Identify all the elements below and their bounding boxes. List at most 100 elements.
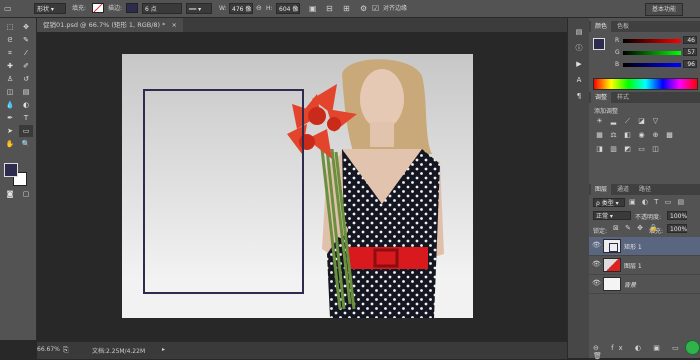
pen-tool-icon[interactable]: ✒ bbox=[3, 112, 17, 124]
tab-adjustments[interactable]: 调整 bbox=[591, 92, 612, 103]
brightness-contrast-icon[interactable]: ☀ bbox=[595, 117, 604, 126]
foreground-color-swatch[interactable] bbox=[4, 163, 18, 177]
document-title: 促销01.psd @ 66.7% (矩形 1, RGB/8) * bbox=[43, 21, 166, 29]
document-canvas[interactable] bbox=[122, 54, 473, 318]
tab-color[interactable]: 颜色 bbox=[591, 21, 612, 32]
channel-g-value[interactable]: 57 bbox=[683, 48, 697, 56]
tab-paths[interactable]: 路径 bbox=[635, 184, 655, 195]
layer-row[interactable]: 👁 图层 1 bbox=[589, 256, 700, 275]
tab-layers[interactable]: 图层 bbox=[591, 184, 612, 195]
character-panel-icon[interactable]: A bbox=[572, 74, 586, 86]
status-menu-arrow-icon[interactable]: ▸ bbox=[162, 346, 165, 353]
align-edges-checkbox[interactable]: ☑ bbox=[372, 3, 379, 14]
hue-saturation-icon[interactable]: ▦ bbox=[595, 131, 604, 140]
zoom-tool-icon[interactable]: 🔍 bbox=[19, 138, 33, 150]
stroke-color-swatch[interactable] bbox=[126, 3, 138, 13]
workspace-switcher[interactable]: 基本功能 bbox=[645, 3, 684, 16]
actions-panel-icon[interactable]: ▶ bbox=[572, 58, 586, 70]
color-spectrum-bar[interactable] bbox=[593, 78, 698, 90]
document-tab[interactable]: 促销01.psd @ 66.7% (矩形 1, RGB/8) * × bbox=[37, 18, 183, 32]
exposure-icon[interactable]: ◪ bbox=[637, 117, 646, 126]
opacity-field[interactable]: 100% bbox=[667, 211, 687, 220]
black-white-icon[interactable]: ◧ bbox=[623, 131, 632, 140]
visibility-eye-icon[interactable]: 👁 bbox=[592, 279, 601, 287]
zoom-level[interactable]: 66.67% bbox=[37, 346, 60, 353]
vibrance-icon[interactable]: ▽ bbox=[651, 117, 660, 126]
history-panel-icon[interactable]: ▤ bbox=[572, 26, 586, 38]
threshold-icon[interactable]: ◩ bbox=[623, 145, 632, 154]
layer-filter-icons[interactable]: ▣ ◐ T ▭ ▤ bbox=[629, 198, 686, 206]
healing-brush-tool-icon[interactable]: ✚ bbox=[3, 60, 17, 72]
channel-g-slider[interactable] bbox=[623, 51, 681, 55]
photo-filter-icon[interactable]: ◉ bbox=[637, 131, 646, 140]
dodge-tool-icon[interactable]: ◐ bbox=[19, 99, 33, 111]
layer-name[interactable]: 背景 bbox=[624, 280, 636, 289]
color-panel-foreground-swatch[interactable] bbox=[593, 38, 605, 50]
blur-tool-icon[interactable]: 💧 bbox=[3, 99, 17, 111]
gradient-map-icon[interactable]: ▭ bbox=[637, 145, 646, 154]
channel-r-value[interactable]: 46 bbox=[683, 36, 697, 44]
status-badge[interactable] bbox=[685, 340, 700, 355]
clone-stamp-tool-icon[interactable]: ♙ bbox=[3, 73, 17, 85]
settings-gear-icon[interactable]: ⚙ bbox=[360, 3, 367, 14]
fill-swatch[interactable] bbox=[92, 3, 104, 13]
paragraph-panel-icon[interactable]: ¶ bbox=[572, 90, 586, 102]
selective-color-icon[interactable]: ◫ bbox=[651, 145, 660, 154]
screen-mode-icon[interactable]: ▢ bbox=[19, 188, 33, 200]
hand-tool-icon[interactable]: ✋ bbox=[3, 138, 17, 150]
brush-tool-icon[interactable]: ✐ bbox=[19, 60, 33, 72]
layer-name[interactable]: 矩形 1 bbox=[624, 242, 642, 251]
move-tool-icon[interactable]: ✥ bbox=[19, 21, 33, 33]
stroke-type-select[interactable]: ━━ ▾ bbox=[186, 3, 212, 14]
path-selection-tool-icon[interactable]: ➤ bbox=[3, 125, 17, 137]
eraser-tool-icon[interactable]: ◫ bbox=[3, 86, 17, 98]
layer-filter-select[interactable]: ρ 类型 ▾ bbox=[593, 198, 625, 207]
tab-channels[interactable]: 通道 bbox=[613, 184, 633, 195]
lasso-tool-icon[interactable]: ᘓ bbox=[3, 34, 17, 46]
shape-mode-select[interactable]: 形状 ▾ bbox=[34, 3, 66, 14]
quick-select-tool-icon[interactable]: ✎ bbox=[19, 34, 33, 46]
properties-panel-icon[interactable]: ⓘ bbox=[572, 42, 586, 54]
export-icon[interactable]: ⎘ bbox=[63, 346, 69, 355]
gradient-tool-icon[interactable]: ▤ bbox=[19, 86, 33, 98]
crop-tool-icon[interactable]: ⌗ bbox=[3, 47, 17, 59]
curves-icon[interactable]: ⟋ bbox=[623, 117, 632, 126]
rectangle-shape-layer[interactable] bbox=[143, 89, 304, 294]
visibility-eye-icon[interactable]: 👁 bbox=[592, 241, 601, 249]
history-brush-tool-icon[interactable]: ↺ bbox=[19, 73, 33, 85]
height-field[interactable]: 604 像 bbox=[276, 3, 300, 14]
quick-mask-icon[interactable]: ◙ bbox=[3, 188, 17, 200]
shape-tool-icon[interactable]: ▭ bbox=[4, 3, 12, 14]
channel-r-slider[interactable] bbox=[623, 39, 681, 43]
document-tab-bar: 促销01.psd @ 66.7% (矩形 1, RGB/8) * × bbox=[37, 18, 567, 32]
lock-label: 锁定: bbox=[593, 228, 608, 235]
eyedropper-tool-icon[interactable]: ⁄ bbox=[19, 47, 33, 59]
tab-styles[interactable]: 样式 bbox=[613, 92, 633, 103]
layer-row[interactable]: 👁 矩形 1 bbox=[589, 237, 700, 256]
document-size[interactable]: 文档:2.25M/4.22M bbox=[92, 346, 145, 355]
tab-swatches[interactable]: 色板 bbox=[613, 21, 633, 32]
stroke-width-field[interactable]: 6 点 bbox=[142, 3, 182, 14]
fill-opacity-field[interactable]: 100% bbox=[667, 224, 687, 233]
close-tab-icon[interactable]: × bbox=[171, 21, 176, 29]
layer-row[interactable]: 👁 背景 bbox=[589, 275, 700, 294]
channel-b-value[interactable]: 96 bbox=[683, 60, 697, 68]
width-field[interactable]: 476 像 bbox=[229, 3, 253, 14]
rectangle-tool-icon[interactable]: ▭ bbox=[19, 125, 33, 137]
layer-name[interactable]: 图层 1 bbox=[624, 261, 642, 270]
color-balance-icon[interactable]: ⚖ bbox=[609, 131, 618, 140]
visibility-eye-icon[interactable]: 👁 bbox=[592, 260, 601, 268]
link-icon[interactable]: ⊖ bbox=[256, 3, 262, 14]
posterize-icon[interactable]: ▥ bbox=[609, 145, 618, 154]
path-arrangement-icon[interactable]: ⊞ bbox=[343, 3, 350, 14]
invert-icon[interactable]: ◨ bbox=[595, 145, 604, 154]
channel-b-slider[interactable] bbox=[623, 63, 681, 67]
levels-icon[interactable]: ▂ bbox=[609, 117, 618, 126]
path-alignment-icon[interactable]: ⊟ bbox=[326, 3, 333, 14]
blend-mode-select[interactable]: 正常 ▾ bbox=[593, 211, 631, 220]
marquee-tool-icon[interactable]: ⬚ bbox=[3, 21, 17, 33]
type-tool-icon[interactable]: T bbox=[19, 112, 33, 124]
channel-mixer-icon[interactable]: ⊕ bbox=[651, 131, 660, 140]
color-lookup-icon[interactable]: ▩ bbox=[665, 131, 674, 140]
path-operations-icon[interactable]: ▣ bbox=[309, 3, 317, 14]
